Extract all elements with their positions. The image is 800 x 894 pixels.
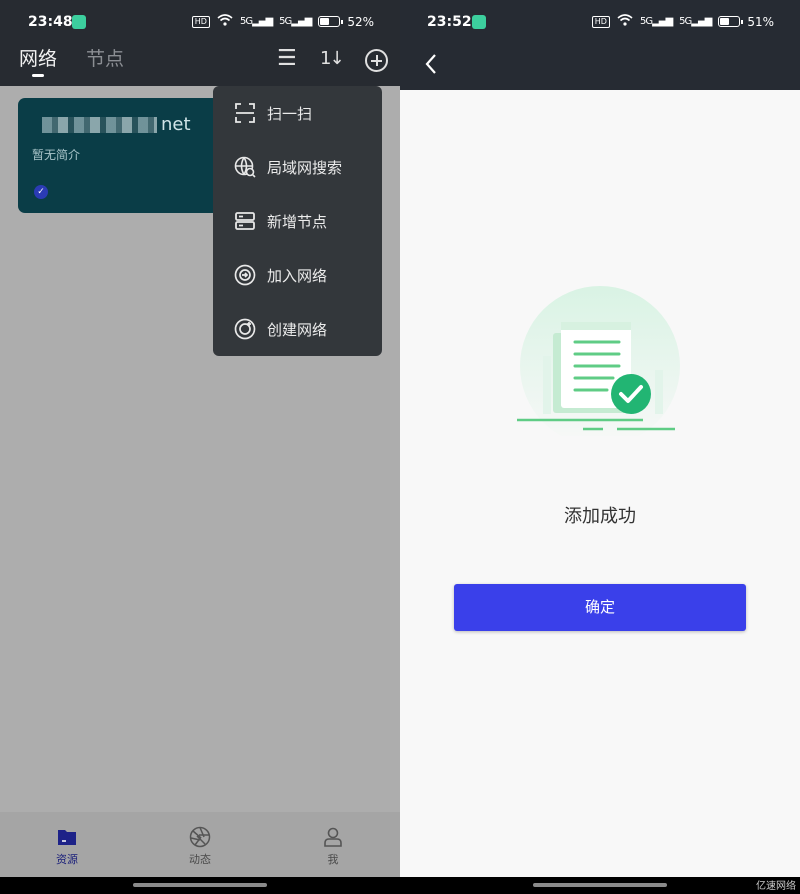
status-bar: 23:48 HD 5G▂▄▆ 5G▂▄▆ 52% [0,0,400,44]
watermark: 亿速网络 [756,881,796,892]
check-icon: ✓ [34,185,48,199]
nav-me[interactable]: 我 [303,826,363,867]
list-menu-icon[interactable]: ☰ [277,46,297,72]
nav-label: 动态 [189,853,211,866]
wifi-icon [617,14,633,29]
vpn-icon [472,15,486,29]
signal-icon-2: 5G▂▄▆ [279,16,312,27]
redacted-name [42,117,157,133]
success-illustration [517,286,680,436]
battery-icon [718,16,744,27]
gesture-bar [400,877,800,894]
battery-icon [318,16,344,27]
create-network-icon [234,318,256,340]
join-network-icon [234,264,256,286]
hd-icon: HD [191,15,210,28]
nav-resources[interactable]: 资源 [37,826,97,867]
menu-item-add-node[interactable]: 新增节点 [213,194,382,248]
menu-item-scan[interactable]: 扫一扫 [213,86,382,140]
add-dropdown-menu: 扫一扫 局域网搜索 新增节点 加入网络 创建网络 [213,86,382,356]
status-icons: HD 5G▂▄▆ 5G▂▄▆ 51% [591,14,774,29]
hd-icon: HD [591,15,610,28]
status-time: 23:48 [28,14,73,30]
menu-item-label: 创建网络 [267,321,328,339]
aperture-icon [189,826,211,848]
add-circle-icon[interactable] [365,49,388,72]
menu-item-lan-search[interactable]: 局域网搜索 [213,140,382,194]
user-icon [324,827,342,847]
home-indicator[interactable] [533,883,667,887]
lan-search-icon [234,156,256,178]
gesture-bar [0,877,400,894]
nav-label: 资源 [56,853,78,866]
battery-percent: 52% [347,14,374,29]
scan-icon [235,103,255,123]
tab-network[interactable]: 网络 [19,44,57,71]
home-indicator[interactable] [133,883,267,887]
nav-activity[interactable]: 动态 [170,826,230,867]
status-bar: 23:52 HD 5G▂▄▆ 5G▂▄▆ 51% [400,0,800,44]
confirm-button[interactable]: 确定 [454,584,746,631]
battery-percent: 51% [747,14,774,29]
tab-indicator [32,74,44,77]
signal-icon: 5G▂▄▆ [639,16,673,27]
nav-label: 我 [327,853,339,866]
top-app-bar: 网络 节点 ☰ 1↓ [0,44,400,86]
menu-item-label: 扫一扫 [267,105,313,123]
bottom-navigation: 资源 动态 我 [0,812,400,877]
menu-item-label: 新增节点 [267,213,328,231]
folder-icon [58,830,76,845]
success-message: 添加成功 [564,506,636,527]
server-icon [235,212,255,230]
network-name: net [42,114,191,135]
left-screen: 23:48 HD 5G▂▄▆ 5G▂▄▆ 52% 网络 节点 ☰ 1↓ net … [0,0,400,894]
network-description: 暂无简介 [32,148,81,162]
menu-item-join-network[interactable]: 加入网络 [213,248,382,302]
menu-item-create-network[interactable]: 创建网络 [213,302,382,356]
menu-item-label: 加入网络 [267,267,328,285]
back-arrow-icon[interactable] [420,52,444,76]
signal-icon: 5G▂▄▆ [239,16,273,27]
signal-icon-2: 5G▂▄▆ [679,16,712,27]
tab-nodes[interactable]: 节点 [86,44,124,71]
vpn-icon [72,15,86,29]
wifi-icon [217,14,233,29]
network-card[interactable]: net 暂无简介 ✓ [18,98,230,213]
top-app-bar [400,44,800,90]
menu-item-label: 局域网搜索 [267,159,343,177]
status-icons: HD 5G▂▄▆ 5G▂▄▆ 52% [191,14,374,29]
status-time: 23:52 [427,14,472,30]
sort-icon[interactable]: 1↓ [320,46,345,72]
right-screen: 23:52 HD 5G▂▄▆ 5G▂▄▆ 51% 添加成功 确定 亿速网络 [400,0,800,894]
